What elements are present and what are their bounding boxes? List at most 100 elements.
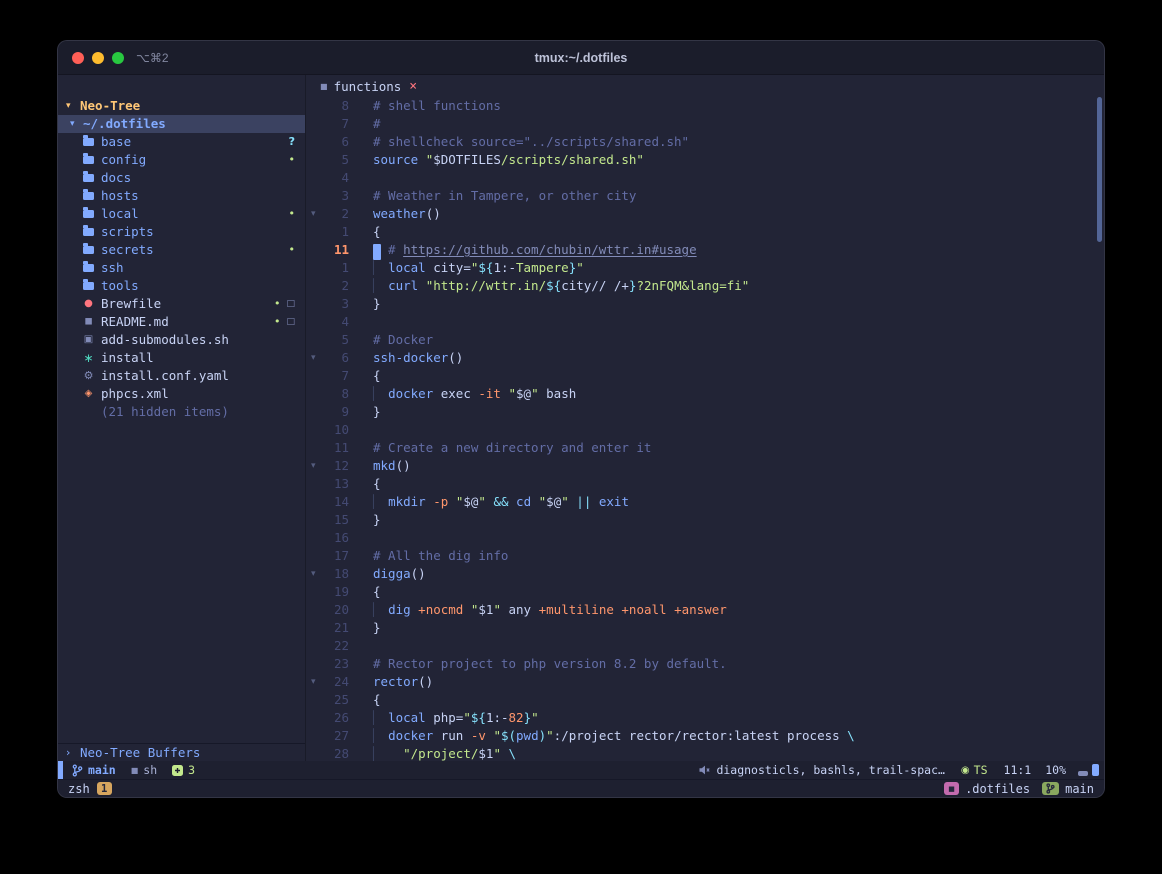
code-line[interactable]: 8▏ docker exec -it "$@" bash: [306, 385, 1104, 403]
tree-item-brewfile[interactable]: ●Brewfile•□: [58, 295, 305, 313]
code-line[interactable]: 3}: [306, 295, 1104, 313]
code-token: pwd: [516, 728, 539, 743]
code-line[interactable]: 22: [306, 637, 1104, 655]
tab-close-icon[interactable]: ×: [409, 79, 417, 94]
tree-item-secrets[interactable]: secrets•: [58, 241, 305, 259]
code-line[interactable]: ▾12mkd(): [306, 457, 1104, 475]
filetype-indicator: ■ sh: [131, 763, 157, 777]
code-line[interactable]: 7#: [306, 115, 1104, 133]
code-line[interactable]: 1{: [306, 223, 1104, 241]
line-number: 27: [322, 727, 349, 745]
scroll-percentage: 10%: [1045, 763, 1066, 777]
code-token: "http://wttr.in/: [426, 278, 546, 293]
tree-item-label: base: [101, 133, 131, 151]
folder-icon: ■: [948, 785, 955, 793]
tree-item-phpcs-xml[interactable]: ◈phpcs.xml: [58, 385, 305, 403]
code-line[interactable]: 5# Docker: [306, 331, 1104, 349]
code-line[interactable]: 11# Create a new directory and enter it: [306, 439, 1104, 457]
window-title: tmux:~/.dotfiles: [58, 51, 1104, 65]
tree-item-add-submodules-sh[interactable]: ▣add-submodules.sh: [58, 331, 305, 349]
close-window-button[interactable]: [72, 52, 84, 64]
code-token: Tampere: [516, 260, 569, 275]
lsp-clients-label: diagnosticls, bashls, trail-spac…: [716, 763, 944, 777]
git-modified-icon: •: [274, 295, 281, 313]
zoom-window-button[interactable]: [112, 52, 124, 64]
code-line[interactable]: 27▏ docker run -v "$(pwd)":/project rect…: [306, 727, 1104, 745]
tmux-window-item[interactable]: zsh 1: [68, 782, 112, 796]
code-text: }: [373, 619, 381, 637]
code-line[interactable]: 8# shell functions: [306, 97, 1104, 115]
folder-icon: [83, 246, 94, 254]
tree-item-tools[interactable]: tools: [58, 277, 305, 295]
tree-item-install-conf-yaml[interactable]: ⚙install.conf.yaml: [58, 367, 305, 385]
code-line[interactable]: 15}: [306, 511, 1104, 529]
code-line[interactable]: 13{: [306, 475, 1104, 493]
code-line[interactable]: 16: [306, 529, 1104, 547]
code-token: ": [576, 260, 584, 275]
git-branch-indicator[interactable]: main: [72, 763, 116, 777]
code-line[interactable]: 10: [306, 421, 1104, 439]
code-token: $1: [478, 746, 493, 761]
fold-marker-icon: [306, 277, 322, 295]
code-line[interactable]: ▾2weather(): [306, 205, 1104, 223]
tree-item-base[interactable]: base?: [58, 133, 305, 151]
line-number: 12: [322, 457, 349, 475]
xml-icon: ◈: [82, 385, 95, 403]
fold-marker-icon: [306, 637, 322, 655]
tree-item-label: scripts: [101, 223, 154, 241]
code-line[interactable]: 7{: [306, 367, 1104, 385]
buffer-icon: ■: [320, 82, 328, 91]
tree-root-item[interactable]: ▾~/.dotfiles: [58, 115, 305, 133]
code-line[interactable]: 25{: [306, 691, 1104, 709]
tree-item-install[interactable]: ∗install: [58, 349, 305, 367]
code-line[interactable]: 20▏ dig +nocmd "$1" any +multiline +noal…: [306, 601, 1104, 619]
code-line[interactable]: ▾18digga(): [306, 565, 1104, 583]
tmux-window-name: zsh: [68, 782, 90, 796]
line-number: 8: [322, 97, 349, 115]
line-number: 23: [322, 655, 349, 673]
code-token: ): [539, 728, 547, 743]
code-line[interactable]: 5source "$DOTFILES/scripts/shared.sh": [306, 151, 1104, 169]
tree-item-config[interactable]: config•: [58, 151, 305, 169]
tab-functions[interactable]: functions: [334, 79, 402, 94]
line-number: 11: [322, 241, 349, 259]
neotree-buffers-section[interactable]: › Neo-Tree Buffers: [58, 743, 305, 761]
code-token: curl: [388, 278, 418, 293]
neotree-buffers-label: Neo-Tree Buffers: [80, 744, 200, 762]
git-staged-icon: □: [286, 313, 295, 331]
tree-item-hosts[interactable]: hosts: [58, 187, 305, 205]
tree-item-scripts[interactable]: scripts: [58, 223, 305, 241]
code-line[interactable]: ▾6ssh-docker(): [306, 349, 1104, 367]
code-line[interactable]: 3# Weather in Tampere, or other city: [306, 187, 1104, 205]
tree-item-ssh[interactable]: ssh: [58, 259, 305, 277]
code-line[interactable]: 11 # https://github.com/chubin/wttr.in#u…: [306, 241, 1104, 259]
code-line[interactable]: 26▏ local php="${1:-82}": [306, 709, 1104, 727]
line-number: 19: [322, 583, 349, 601]
code-line[interactable]: 28▏ "/project/$1" \: [306, 745, 1104, 761]
code-line[interactable]: 4: [306, 169, 1104, 187]
code-line[interactable]: 17# All the dig info: [306, 547, 1104, 565]
code-line[interactable]: 23# Rector project to php version 8.2 by…: [306, 655, 1104, 673]
code-line[interactable]: 6# shellcheck source="../scripts/shared.…: [306, 133, 1104, 151]
code-line[interactable]: ▾24rector(): [306, 673, 1104, 691]
code-line[interactable]: 19{: [306, 583, 1104, 601]
code-text: ▏ "/project/$1" \: [373, 745, 516, 761]
file-tree: ▾Neo-Tree▾~/.dotfilesbase?config•docshos…: [58, 97, 305, 421]
fold-marker-icon: [306, 385, 322, 403]
tree-item-local[interactable]: local•: [58, 205, 305, 223]
code-line[interactable]: 14▏ mkdir -p "$@" && cd "$@" || exit: [306, 493, 1104, 511]
code-line[interactable]: 4: [306, 313, 1104, 331]
code-token: {: [373, 368, 381, 383]
code-line[interactable]: 2▏ curl "http://wttr.in/${city// /+}?2nF…: [306, 277, 1104, 295]
minimize-window-button[interactable]: [92, 52, 104, 64]
code-line[interactable]: 1▏ local city="${1:-Tampere}": [306, 259, 1104, 277]
titlebar[interactable]: ⌥⌘2 tmux:~/.dotfiles: [58, 41, 1104, 75]
scrollbar-thumb[interactable]: [1097, 97, 1102, 242]
treesitter-icon: ◉: [961, 765, 970, 776]
tree-item-readme-md[interactable]: ◼README.md•□: [58, 313, 305, 331]
chevron-down-icon: ▾: [66, 97, 80, 115]
tree-item-docs[interactable]: docs: [58, 169, 305, 187]
code-line[interactable]: 21}: [306, 619, 1104, 637]
code-line[interactable]: 9}: [306, 403, 1104, 421]
filetype-icon: ■: [131, 766, 139, 775]
